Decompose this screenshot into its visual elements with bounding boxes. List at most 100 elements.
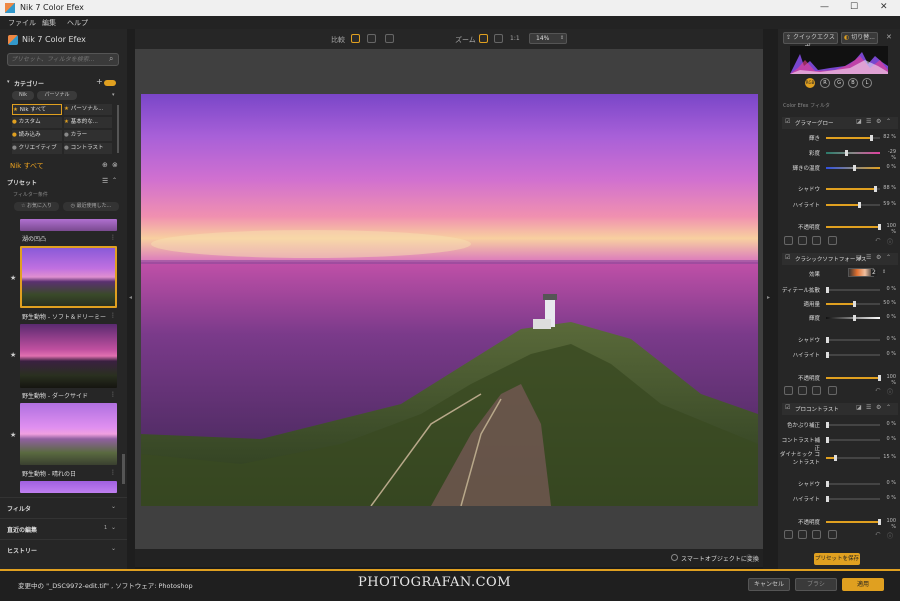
effect-stepper-icon[interactable]: ⇕ bbox=[882, 269, 886, 275]
slider-dynamic-contrast[interactable] bbox=[826, 455, 880, 461]
slider-opacity[interactable] bbox=[826, 224, 882, 230]
slider-highlights[interactable] bbox=[826, 352, 880, 358]
filter-header-pro-contrast[interactable]: ☑ プロコントラスト ◪ ☰ ⚙ ⌃ bbox=[782, 403, 898, 415]
close-window-button[interactable]: ✕ bbox=[880, 2, 888, 12]
gradient-icon[interactable] bbox=[812, 386, 821, 395]
gear-icon[interactable]: ⚙ bbox=[876, 254, 881, 261]
section-filters[interactable]: フィルタ ⌄ bbox=[0, 497, 127, 518]
channel-g-button[interactable]: G bbox=[834, 78, 844, 88]
zoom-1to1-button[interactable]: 1:1 bbox=[510, 35, 520, 42]
preset-thumbnail-4[interactable] bbox=[20, 481, 117, 493]
tab-personal[interactable]: パーソナル bbox=[37, 91, 77, 100]
reset-icon[interactable]: ⤺ bbox=[875, 237, 880, 243]
filter-enable-checkbox[interactable]: ☑ bbox=[785, 254, 790, 261]
category-item-personal[interactable]: ★ パーソナル... bbox=[64, 104, 112, 115]
crop-button[interactable]: ◐ 切り替... bbox=[841, 32, 878, 44]
brush-icon[interactable] bbox=[798, 386, 807, 395]
right-panel-toggle-strip[interactable]: ▸ bbox=[763, 29, 778, 569]
recent-chip[interactable]: ◷ 最近使用した... bbox=[63, 202, 119, 211]
search-icon[interactable]: ⌕ bbox=[109, 54, 113, 64]
category-toggle[interactable] bbox=[104, 80, 116, 86]
category-collapse-icon[interactable]: ▾ bbox=[7, 79, 10, 85]
preset-menu-icon[interactable]: ☰ bbox=[102, 177, 108, 185]
preset-star-icon[interactable]: ★ bbox=[10, 274, 16, 282]
brush-icon[interactable] bbox=[798, 530, 807, 539]
mask-icon[interactable]: ◪ bbox=[856, 118, 862, 125]
info-icon[interactable]: ⓘ bbox=[887, 531, 893, 540]
cancel-button[interactable]: キャンセル bbox=[748, 578, 790, 591]
collapse-up-icon[interactable]: ✕ bbox=[886, 33, 892, 41]
preset-thumbnail-2[interactable] bbox=[20, 324, 117, 388]
smart-object-checkbox[interactable] bbox=[671, 554, 678, 561]
menu-icon[interactable]: ☰ bbox=[866, 254, 871, 261]
preset-more-icon[interactable]: ⋮ bbox=[110, 391, 116, 398]
slider-shadows[interactable] bbox=[826, 186, 880, 192]
slider-opacity[interactable] bbox=[826, 375, 882, 381]
preset-thumbnail-1[interactable] bbox=[20, 246, 117, 308]
help-icon[interactable]: ⓘ bbox=[746, 553, 752, 562]
gradient-icon[interactable] bbox=[812, 236, 821, 245]
slider-detail-diffusion[interactable] bbox=[826, 287, 880, 293]
compare-stack-icon[interactable] bbox=[385, 34, 394, 43]
random-icon[interactable] bbox=[828, 386, 837, 395]
category-item-custom[interactable]: ● カスタム bbox=[12, 117, 62, 128]
effect-value[interactable]: 2 bbox=[871, 269, 877, 276]
filter-header-glamour-glow[interactable]: ☑ グラマーグロー ◪ ☰ ⚙ ⌃ bbox=[782, 117, 898, 129]
maximize-button[interactable]: ☐ bbox=[850, 2, 858, 12]
preset-star-icon[interactable]: ★ bbox=[10, 351, 16, 359]
filter-enable-checkbox[interactable]: ☑ bbox=[785, 404, 790, 411]
add-preset-icon[interactable]: ⊕ bbox=[102, 161, 108, 169]
collapse-left-icon[interactable]: ◂ bbox=[129, 294, 132, 301]
zoom-select[interactable]: 14% ⇕ bbox=[529, 33, 567, 44]
collapse-icon[interactable]: ⌃ bbox=[886, 254, 891, 261]
info-icon[interactable]: ⓘ bbox=[887, 387, 893, 396]
quick-export-button[interactable]: ⇪ クイックエクスポ... bbox=[783, 32, 838, 51]
preset-more-icon[interactable]: ⋮ bbox=[110, 469, 116, 476]
preset-more-icon[interactable]: ⋮ bbox=[110, 312, 116, 319]
category-item-basic[interactable]: ★ 基本的な... bbox=[64, 117, 112, 128]
random-icon[interactable] bbox=[828, 236, 837, 245]
menu-icon[interactable]: ☰ bbox=[866, 118, 871, 125]
section-history[interactable]: ヒストリー ⌄ bbox=[0, 539, 127, 560]
menu-file[interactable]: ファイル bbox=[8, 18, 36, 28]
left-panel-toggle-strip[interactable]: ◂ bbox=[127, 29, 135, 569]
brush-icon[interactable] bbox=[798, 236, 807, 245]
search-input[interactable] bbox=[11, 55, 103, 64]
gear-icon[interactable]: ⚙ bbox=[876, 118, 881, 125]
preset-thumbnail-0[interactable] bbox=[20, 219, 117, 231]
channel-r-button[interactable]: R bbox=[820, 78, 830, 88]
favorites-chip[interactable]: ☆ お気に入り bbox=[14, 202, 59, 211]
compare-split-icon[interactable] bbox=[367, 34, 376, 43]
slider-amount[interactable] bbox=[826, 301, 880, 307]
menu-help[interactable]: ヘルプ bbox=[67, 18, 88, 28]
chevron-down-icon[interactable]: ⌄ bbox=[111, 503, 116, 510]
control-point-icon[interactable] bbox=[784, 530, 793, 539]
random-icon[interactable] bbox=[828, 530, 837, 539]
collapse-icon[interactable]: ⌃ bbox=[886, 404, 891, 411]
category-item-color[interactable]: ● カラー bbox=[64, 130, 112, 141]
category-item-creative[interactable]: ● クリエイティブ bbox=[12, 143, 62, 154]
category-item-contrast[interactable]: ● コントラスト bbox=[64, 143, 112, 154]
slider-color-cast[interactable] bbox=[826, 422, 880, 428]
info-icon[interactable]: ⓘ bbox=[887, 237, 893, 246]
preset-more-icon[interactable]: ⋮ bbox=[110, 234, 116, 241]
save-preset-button[interactable]: プリセットを保存 bbox=[814, 553, 860, 565]
reset-icon[interactable]: ⤺ bbox=[875, 387, 880, 393]
channel-b-button[interactable]: B bbox=[848, 78, 858, 88]
slider-opacity[interactable] bbox=[826, 519, 882, 525]
chevron-down-icon[interactable]: ⌄ bbox=[111, 545, 116, 552]
collapse-right-icon[interactable]: ▸ bbox=[767, 294, 770, 301]
control-point-icon[interactable] bbox=[784, 236, 793, 245]
slider-glow[interactable] bbox=[826, 135, 880, 141]
gradient-icon[interactable] bbox=[812, 530, 821, 539]
reset-icon[interactable]: ⤺ bbox=[875, 531, 880, 537]
tabs-dropdown-icon[interactable]: ▾ bbox=[112, 92, 115, 98]
channel-l-button[interactable]: L bbox=[862, 78, 872, 88]
slider-shadows[interactable] bbox=[826, 337, 880, 343]
slider-shadows[interactable] bbox=[826, 481, 880, 487]
category-item-nik-all[interactable]: ★ Nik すべて bbox=[12, 104, 62, 115]
slider-highlights[interactable] bbox=[826, 202, 880, 208]
slider-saturation[interactable] bbox=[826, 150, 880, 156]
collapse-icon[interactable]: ⌃ bbox=[886, 118, 891, 125]
zoom-fill-icon[interactable] bbox=[494, 34, 503, 43]
